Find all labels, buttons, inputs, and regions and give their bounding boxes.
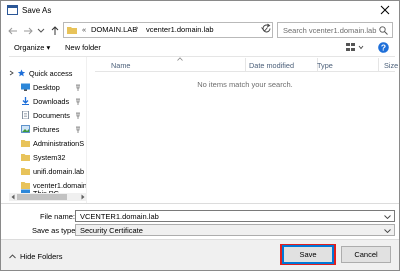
nav-item-downloads[interactable]: Downloads bbox=[9, 95, 87, 108]
column-size[interactable]: Size bbox=[384, 61, 398, 70]
file-name-dropdown-icon[interactable] bbox=[384, 215, 391, 219]
help-icon[interactable]: ? bbox=[378, 42, 389, 53]
empty-results-message: No items match your search. bbox=[197, 80, 293, 89]
file-name-label: File name: bbox=[40, 212, 76, 221]
svg-text:?: ? bbox=[381, 43, 386, 53]
nav-item-desktop[interactable]: Desktop bbox=[9, 81, 87, 94]
folder-icon bbox=[21, 182, 30, 189]
organize-label: Organize bbox=[14, 43, 45, 52]
folder-icon bbox=[67, 27, 77, 34]
title-bar: Save As bbox=[1, 1, 399, 20]
close-icon[interactable] bbox=[379, 4, 391, 16]
browser-area: Quick access Desktop Downloads Documents… bbox=[9, 56, 398, 203]
quick-access-star-icon bbox=[17, 69, 26, 77]
view-options-icon[interactable] bbox=[345, 42, 365, 53]
navigation-pane[interactable]: Quick access Desktop Downloads Documents… bbox=[9, 57, 87, 203]
search-box[interactable]: Search vcenter1.domain.lab bbox=[277, 22, 393, 38]
column-date-modified[interactable]: Date modified bbox=[249, 61, 294, 70]
nav-item-system32[interactable]: System32 bbox=[9, 151, 87, 164]
organize-button[interactable]: Organize ▾ bbox=[14, 43, 50, 52]
nav-item-label: AdministrationS bbox=[33, 139, 85, 148]
breadcrumb-domain-lab[interactable]: DOMAIN.LAB bbox=[91, 25, 137, 34]
new-folder-button[interactable]: New folder bbox=[65, 43, 101, 52]
nav-item-label: System32 bbox=[33, 153, 66, 162]
nav-item-pictures[interactable]: Pictures bbox=[9, 123, 87, 136]
pin-icon bbox=[76, 84, 80, 91]
save-as-type-dropdown-icon[interactable] bbox=[384, 229, 391, 233]
address-bar[interactable]: « DOMAIN.LAB › vcenter1.domain.lab bbox=[63, 22, 273, 38]
save-as-type-select[interactable]: Security Certificate bbox=[75, 224, 395, 236]
search-icon bbox=[379, 26, 388, 35]
refresh-icon[interactable] bbox=[261, 23, 272, 34]
back-arrow-icon[interactable] bbox=[7, 25, 19, 37]
file-list[interactable]: Name Date modified Type Size No items ma… bbox=[95, 57, 398, 203]
scroll-left-arrow-icon[interactable] bbox=[10, 194, 16, 200]
forward-arrow-icon[interactable] bbox=[22, 25, 34, 37]
breadcrumb-separator-icon[interactable]: › bbox=[136, 25, 138, 32]
dialog-footer: Hide Folders Save Cancel bbox=[1, 239, 399, 270]
column-type[interactable]: Type bbox=[317, 61, 333, 70]
column-header-row: Name Date modified Type Size bbox=[95, 57, 398, 72]
cancel-button[interactable]: Cancel bbox=[341, 246, 391, 263]
sort-indicator-icon bbox=[177, 57, 183, 61]
scroll-right-arrow-icon[interactable] bbox=[80, 194, 86, 200]
recent-locations-chevron-icon[interactable] bbox=[37, 27, 45, 35]
scrollbar-thumb[interactable] bbox=[17, 194, 67, 200]
organize-dropdown-icon: ▾ bbox=[46, 43, 51, 52]
file-name-field[interactable]: VCENTER1.domain.lab bbox=[75, 210, 395, 222]
save-as-dialog: Save As « DOMAIN.LAB › vcenter1.domain.l… bbox=[0, 0, 400, 271]
search-placeholder: Search vcenter1.domain.lab bbox=[283, 26, 377, 35]
pictures-icon bbox=[21, 125, 30, 133]
nav-item-label: Pictures bbox=[33, 125, 60, 134]
hide-folders-label: Hide Folders bbox=[20, 252, 63, 261]
column-divider[interactable] bbox=[245, 58, 246, 71]
save-as-app-icon bbox=[7, 5, 18, 15]
nav-item-label: Downloads bbox=[33, 97, 70, 106]
pin-icon bbox=[76, 112, 80, 119]
save-as-type-label: Save as type: bbox=[32, 226, 78, 235]
nav-item-unifi[interactable]: unifi.domain.lab bbox=[9, 165, 87, 178]
download-icon bbox=[22, 97, 29, 105]
nav-item-label: Documents bbox=[33, 111, 70, 120]
nav-pane-vertical-scrollbar[interactable] bbox=[86, 57, 87, 203]
file-name-value: VCENTER1.domain.lab bbox=[80, 212, 159, 221]
save-form: File name: VCENTER1.domain.lab Save as t… bbox=[1, 203, 399, 239]
folder-icon bbox=[21, 140, 30, 147]
navigation-row: « DOMAIN.LAB › vcenter1.domain.lab Searc… bbox=[1, 20, 399, 42]
column-name[interactable]: Name bbox=[111, 61, 130, 70]
nav-item-label: unifi.domain.lab bbox=[33, 167, 85, 176]
up-arrow-icon[interactable] bbox=[49, 25, 61, 37]
folder-icon bbox=[21, 168, 30, 175]
folder-icon bbox=[21, 154, 30, 161]
pin-icon bbox=[76, 98, 80, 105]
desktop-icon bbox=[21, 83, 30, 91]
column-divider[interactable] bbox=[378, 58, 379, 71]
pin-icon bbox=[76, 126, 80, 133]
chevron-up-icon bbox=[9, 254, 16, 259]
documents-icon bbox=[22, 111, 29, 119]
address-overflow-icon[interactable]: « bbox=[82, 25, 86, 34]
quick-access-label: Quick access bbox=[29, 69, 73, 78]
window-title: Save As bbox=[22, 6, 52, 15]
save-button[interactable]: Save bbox=[283, 246, 333, 263]
expand-chevron-icon[interactable] bbox=[9, 70, 15, 76]
nav-item-label: Desktop bbox=[33, 83, 60, 92]
nav-quick-access[interactable]: Quick access bbox=[9, 67, 87, 80]
nav-item-documents[interactable]: Documents bbox=[9, 109, 87, 122]
command-bar: Organize ▾ New folder ? bbox=[1, 42, 399, 55]
breadcrumb-vcenter1[interactable]: vcenter1.domain.lab bbox=[146, 25, 214, 34]
nav-pane-horizontal-scrollbar[interactable] bbox=[9, 193, 87, 201]
nav-item-administrations[interactable]: AdministrationS bbox=[9, 137, 87, 150]
save-as-type-value: Security Certificate bbox=[80, 226, 143, 235]
